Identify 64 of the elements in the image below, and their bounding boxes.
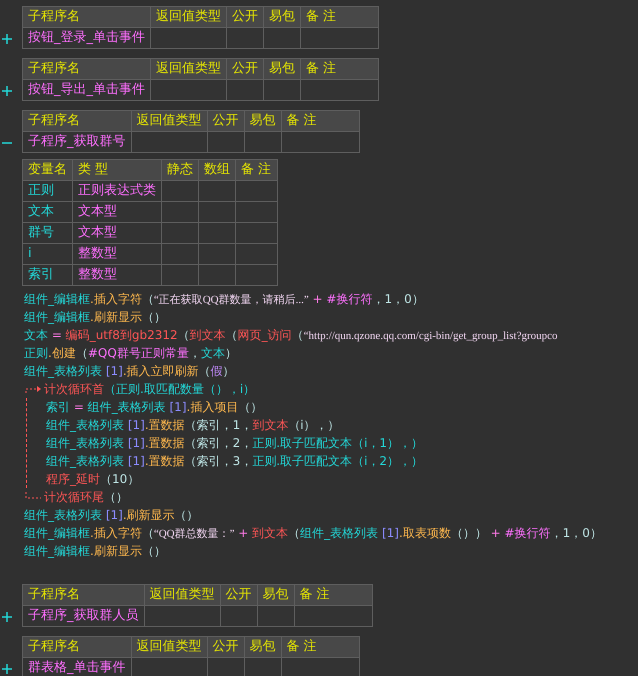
column-header: 备 注 bbox=[281, 110, 359, 132]
variable-name: 正则 bbox=[22, 180, 72, 202]
variable-type: 文本型 bbox=[72, 222, 162, 244]
variable-type: 文本型 bbox=[72, 202, 162, 222]
code-line: 组件_编辑框.插入字符（“QQ群总数量：” + 到文本（组件_表格列表 [1].取表项数（）） + #换行符，1，0） bbox=[24, 525, 603, 542]
code-line: 组件_编辑框.刷新显示（） bbox=[24, 543, 167, 560]
code-line: 正则.创建（#QQ群号正则常量，文本） bbox=[24, 345, 238, 362]
subroutine-name: 子程序_获取群号 bbox=[22, 132, 131, 152]
column-header: 公开 bbox=[220, 584, 257, 606]
code-line: 组件_表格列表 [1].插入立即刷新（假） bbox=[24, 363, 236, 380]
column-header: 易包 bbox=[264, 58, 300, 80]
column-header: 子程序名 bbox=[22, 6, 150, 28]
subroutine-name: 按钮_登录_单击事件 bbox=[22, 28, 150, 48]
code-line: 计次循环首（正则.取匹配数量（），i） bbox=[44, 381, 256, 398]
code-line: 索引 = 组件_表格列表 [1].插入项目（） bbox=[46, 399, 264, 416]
column-header: 子程序名 bbox=[22, 110, 131, 132]
column-header: 备 注 bbox=[300, 58, 378, 80]
column-header: 备 注 bbox=[294, 584, 372, 606]
column-header: 返回值类型 bbox=[131, 110, 207, 132]
variable-type: 整数型 bbox=[72, 264, 162, 286]
column-header: 易包 bbox=[244, 110, 281, 132]
expand-icon[interactable] bbox=[2, 86, 12, 96]
code-line: 组件_表格列表 [1].置数据（索引，1，到文本（i），） bbox=[46, 417, 341, 434]
code-line: 程序_延时（10） bbox=[46, 471, 140, 488]
subroutine-name: 按钮_导出_单击事件 bbox=[22, 80, 150, 100]
column-header: 子程序名 bbox=[22, 636, 131, 658]
column-header: 类 型 bbox=[72, 160, 162, 180]
column-header: 公开 bbox=[226, 58, 264, 80]
expand-icon[interactable] bbox=[2, 612, 12, 622]
column-header: 返回值类型 bbox=[131, 636, 207, 658]
code-line: 组件_编辑框.插入字符（“正在获取QQ群数量，请稍后...” + #换行符，1，0） bbox=[24, 291, 425, 308]
column-header: 备 注 bbox=[281, 636, 359, 658]
expand-icon[interactable] bbox=[2, 664, 12, 674]
column-header: 备 注 bbox=[300, 6, 378, 28]
subroutine-name: 群表格_单击事件 bbox=[22, 658, 131, 676]
code-line: 组件_表格列表 [1].置数据（索引，2，正则.取子匹配文本（i，1），） bbox=[46, 435, 424, 452]
variable-type: 正则表达式类 bbox=[72, 180, 162, 202]
code-line: 组件_表格列表 [1].置数据（索引，3，正则.取子匹配文本（i，2），） bbox=[46, 453, 424, 470]
column-header: 子程序名 bbox=[22, 58, 150, 80]
variable-name: i bbox=[22, 244, 72, 264]
column-header: 公开 bbox=[207, 110, 244, 132]
column-header: 返回值类型 bbox=[150, 6, 226, 28]
column-header: 公开 bbox=[207, 636, 244, 658]
expand-icon[interactable] bbox=[2, 34, 12, 44]
variable-name: 索引 bbox=[22, 264, 72, 286]
code-line: 文本 = 编码_utf8到gb2312（到文本（网页_访问（“http://qun.qzone.qq.com/cgi-bin/get_group_list?groupco bbox=[24, 327, 559, 344]
variable-type: 整数型 bbox=[72, 244, 162, 264]
column-header: 公开 bbox=[226, 6, 264, 28]
column-header: 易包 bbox=[244, 636, 281, 658]
column-header: 数组 bbox=[198, 160, 236, 180]
column-header: 返回值类型 bbox=[150, 58, 226, 80]
subroutine-name: 子程序_获取群人员 bbox=[22, 606, 144, 626]
column-header: 备 注 bbox=[236, 160, 278, 180]
code-line: 计次循环尾（） bbox=[44, 489, 128, 506]
column-header: 易包 bbox=[257, 584, 294, 606]
column-header: 子程序名 bbox=[22, 584, 144, 606]
column-header: 易包 bbox=[264, 6, 300, 28]
variable-name: 文本 bbox=[22, 202, 72, 222]
column-header: 变量名 bbox=[22, 160, 72, 180]
code-line: 组件_表格列表 [1].刷新显示（） bbox=[24, 507, 200, 524]
variable-name: 群号 bbox=[22, 222, 72, 244]
code-line: 组件_编辑框.刷新显示（） bbox=[24, 309, 167, 326]
column-header: 返回值类型 bbox=[144, 584, 220, 606]
column-header: 静态 bbox=[162, 160, 198, 180]
